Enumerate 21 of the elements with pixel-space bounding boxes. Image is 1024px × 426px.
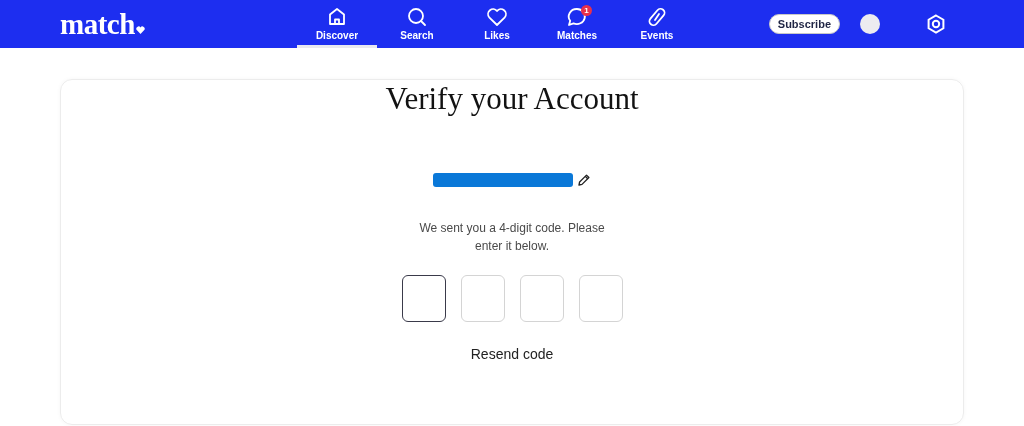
search-icon [406, 6, 428, 28]
notification-badge: 1 [581, 5, 592, 16]
nav-tab[interactable]: Search [377, 0, 457, 48]
chat-bubble-icon [566, 6, 588, 28]
pencil-icon[interactable] [577, 173, 591, 187]
heart-icon [486, 6, 508, 28]
page-title: Verify your Account [385, 81, 639, 117]
subscribe-button[interactable]: Subscribe [768, 14, 840, 34]
code-digit-field[interactable] [401, 275, 446, 322]
nav-tab[interactable]: Matches 1 [537, 0, 617, 48]
settings-icon[interactable] [926, 14, 946, 34]
paperclip-icon [646, 6, 668, 28]
resend-code-link[interactable]: Resend code [470, 344, 554, 365]
match-logo[interactable]: match [60, 9, 135, 39]
nav-tab[interactable]: Events [617, 0, 697, 48]
instruction-text: We sent you a 4-digit code. Please enter it below. [418, 220, 606, 255]
nav-tab[interactable]: Likes [457, 0, 537, 48]
home-icon [326, 6, 348, 28]
avatar[interactable] [860, 14, 880, 34]
heart-icon [135, 26, 145, 34]
nav-tab[interactable]: Discover [297, 0, 377, 48]
